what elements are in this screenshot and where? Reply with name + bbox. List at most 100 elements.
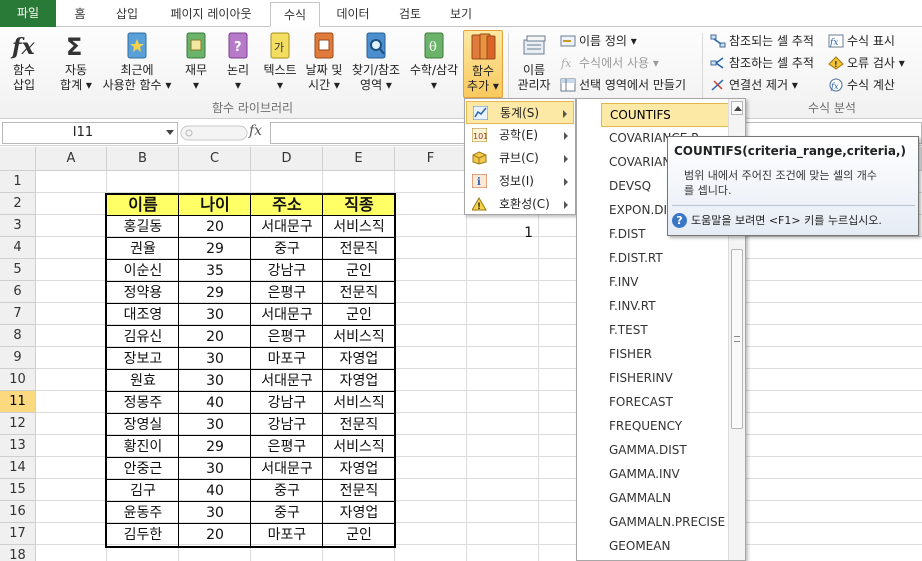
show-formulas-button[interactable]: fx 수식 표시: [828, 31, 895, 51]
autosum-button[interactable]: Σ 자동 합계 ▾: [54, 30, 98, 93]
tab-review[interactable]: 검토: [388, 2, 432, 27]
use-in-formula-button[interactable]: fx 수식에서 사용 ▾: [560, 53, 659, 73]
scrollbar-thumb[interactable]: [731, 249, 743, 429]
row-header[interactable]: 7: [0, 303, 36, 325]
tab-insert[interactable]: 삽입: [106, 2, 148, 27]
function-item[interactable]: FORECAST: [601, 391, 729, 415]
menu-item-compatibility[interactable]: ! 호환성(C): [466, 193, 574, 216]
logical-book-icon: ?: [228, 32, 248, 59]
trace-precedents-button[interactable]: 참조되는 셀 추적: [710, 31, 814, 51]
function-item[interactable]: F.INV.RT: [601, 295, 729, 319]
function-item[interactable]: F.INV: [601, 271, 729, 295]
financial-button[interactable]: 재무 ▾: [180, 30, 212, 93]
name-box[interactable]: I11: [2, 122, 178, 144]
error-checking-button[interactable]: ! 오류 검사 ▾: [828, 53, 905, 73]
table-row-divider: [106, 523, 395, 524]
financial-label-2: ▾: [192, 78, 200, 92]
row-header[interactable]: 12: [0, 413, 36, 435]
row-header[interactable]: 1: [0, 171, 36, 193]
row-header[interactable]: 6: [0, 281, 36, 303]
logical-button[interactable]: ? 논리 ▾: [222, 30, 254, 93]
text-functions-button[interactable]: 가 텍스트 ▾: [260, 30, 300, 93]
tab-formulas[interactable]: 수식: [270, 2, 320, 27]
function-item[interactable]: GAMMALN.PRECISE: [601, 511, 729, 535]
name-box-value: I11: [72, 125, 94, 140]
tab-page-layout[interactable]: 페이지 레이아웃: [158, 2, 264, 27]
trace-dependents-icon: [710, 57, 724, 69]
remove-arrows-label: 연결선 제거 ▾: [729, 78, 798, 92]
remove-arrows-button[interactable]: 연결선 제거 ▾: [710, 75, 798, 95]
insert-function-button[interactable]: fx 함수 삽입: [4, 30, 44, 93]
column-header-d[interactable]: D: [251, 147, 323, 171]
function-item[interactable]: GAMMALN: [601, 487, 729, 511]
create-from-selection-button[interactable]: 선택 영역에서 만들기: [560, 75, 686, 95]
scroll-up-arrow-icon[interactable]: [731, 101, 743, 115]
select-all-corner[interactable]: [0, 147, 36, 171]
financial-book-icon: [186, 32, 206, 59]
tab-home[interactable]: 홈: [62, 2, 98, 27]
text-label-2: ▾: [276, 78, 284, 92]
insert-function-label-2: 삽입: [12, 78, 36, 92]
column-header-f[interactable]: F: [395, 147, 467, 171]
row-header[interactable]: 8: [0, 325, 36, 347]
datetime-label-1: 날짜 및: [305, 63, 343, 77]
column-header-e[interactable]: E: [323, 147, 395, 171]
fx-icon: fx: [10, 34, 35, 60]
menu-item-engineering[interactable]: 101 공학(E): [466, 124, 574, 147]
row-header[interactable]: 15: [0, 479, 36, 501]
error-checking-icon: !: [828, 56, 844, 70]
chevron-down-icon[interactable]: [166, 130, 174, 135]
insert-function-fx-button[interactable]: fx: [249, 123, 262, 139]
row-header[interactable]: 16: [0, 501, 36, 523]
column-header-a[interactable]: A: [36, 147, 107, 171]
row-header[interactable]: 4: [0, 237, 36, 259]
date-time-button[interactable]: 날짜 및 시간 ▾: [302, 30, 346, 93]
menu-item-information[interactable]: i 정보(I): [466, 170, 574, 193]
trace-dependents-button[interactable]: 참조하는 셀 추적: [710, 53, 814, 73]
menu-item-cube[interactable]: 큐브(C): [466, 147, 574, 170]
function-item[interactable]: GAMMA.INV: [601, 463, 729, 487]
row-header[interactable]: 13: [0, 435, 36, 457]
function-item[interactable]: GEOMEAN: [601, 535, 729, 559]
text-book-icon: 가: [270, 32, 290, 59]
row-header[interactable]: 5: [0, 259, 36, 281]
function-item[interactable]: F.DIST.RT: [601, 247, 729, 271]
function-item[interactable]: FREQUENCY: [601, 415, 729, 439]
function-item[interactable]: GAMMA.DIST: [601, 439, 729, 463]
more-functions-button[interactable]: 함수 추가 ▾: [463, 30, 503, 98]
row-header[interactable]: 14: [0, 457, 36, 479]
table-row-divider: [106, 215, 395, 216]
text-label-1: 텍스트: [263, 63, 297, 77]
create-from-selection-icon: [560, 78, 576, 92]
row-header[interactable]: 3: [0, 215, 36, 237]
table-row-divider: [106, 237, 395, 238]
use-in-formula-label: 수식에서 사용 ▾: [579, 56, 659, 70]
row-header[interactable]: 17: [0, 523, 36, 545]
function-item[interactable]: FISHER: [601, 343, 729, 367]
row-header[interactable]: 10: [0, 369, 36, 391]
menu-item-statistical[interactable]: 통계(S): [466, 101, 574, 124]
tab-view[interactable]: 보기: [438, 2, 484, 27]
evaluate-formula-button[interactable]: fx 수식 계산: [828, 75, 895, 95]
tab-data[interactable]: 데이터: [326, 2, 380, 27]
tab-file[interactable]: 파일: [0, 0, 56, 27]
cell-g3[interactable]: 1: [467, 222, 537, 244]
column-header-c[interactable]: C: [179, 147, 251, 171]
row-header[interactable]: 9: [0, 347, 36, 369]
lookup-reference-button[interactable]: 찾기/참조 영역 ▾: [348, 30, 404, 93]
function-item[interactable]: F.TEST: [601, 319, 729, 343]
function-item[interactable]: FISHERINV: [601, 367, 729, 391]
svg-text:가: 가: [274, 41, 284, 54]
table-row-divider: [106, 391, 395, 392]
define-name-button[interactable]: 이름 정의 ▾: [560, 31, 637, 51]
row-header[interactable]: 11: [0, 391, 36, 413]
recently-used-button[interactable]: 최근에 사용한 함수 ▾: [100, 30, 174, 93]
column-header-b[interactable]: B: [107, 147, 179, 171]
function-item[interactable]: COUNTIFS: [601, 103, 729, 127]
define-name-icon: [560, 35, 576, 47]
row-header[interactable]: 18: [0, 545, 36, 561]
row-header[interactable]: 2: [0, 193, 36, 215]
math-trig-button[interactable]: θ 수학/삼각 ▾: [406, 30, 462, 93]
table-column-divider: [322, 194, 323, 547]
name-manager-button[interactable]: 이름 관리자: [512, 30, 556, 93]
